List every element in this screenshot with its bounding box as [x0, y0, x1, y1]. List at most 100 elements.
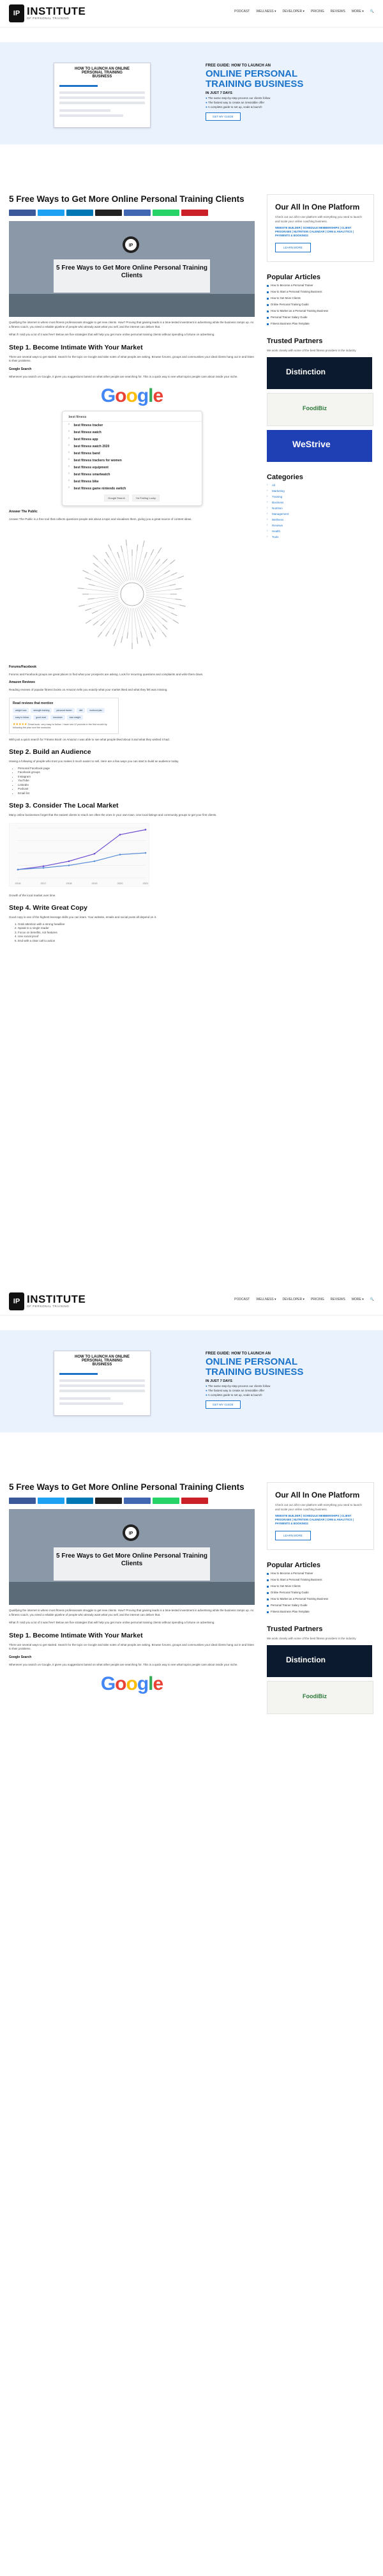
- nav-item-reviews[interactable]: REVIEWS: [331, 1298, 345, 1301]
- suggestion-item[interactable]: best fitness watch 2020: [63, 443, 202, 450]
- share-whatsapp-button[interactable]: [153, 210, 179, 216]
- review-chip[interactable]: exercises: [50, 714, 65, 720]
- nav-item-pricing[interactable]: PRICING: [311, 1298, 324, 1301]
- share-more-button[interactable]: [124, 210, 151, 216]
- review-chip[interactable]: diet: [76, 707, 86, 713]
- review-chip[interactable]: good read: [33, 714, 49, 720]
- suggestion-item[interactable]: best fitness trackers for women: [63, 457, 202, 464]
- category-link[interactable]: Wellness: [267, 518, 374, 521]
- search-input[interactable]: best fitness: [62, 413, 202, 422]
- suggestion-item[interactable]: best fitness smartwatch: [63, 471, 202, 478]
- search-icon[interactable]: 🔍: [370, 10, 374, 13]
- partner-ad-foodibiz[interactable]: FoodiBiz: [267, 1680, 373, 1714]
- category-link[interactable]: Training: [267, 494, 374, 498]
- nav-item-pricing[interactable]: PRICING: [311, 10, 324, 13]
- nav-item-developer[interactable]: DEVELOPER ▾: [282, 1298, 304, 1301]
- nav-item-developer[interactable]: DEVELOPER ▾: [282, 10, 304, 13]
- get-guide-button[interactable]: GET MY GUIDE: [206, 112, 241, 121]
- site-logo[interactable]: IP INSTITUTE OF PERSONAL TRAINING: [9, 4, 86, 22]
- partners-text: We work closely with some of the best fi…: [267, 349, 357, 352]
- share-pinterest-button[interactable]: [181, 210, 208, 216]
- promo-text: FREE GUIDE: HOW TO LAUNCH AN ONLINE PERS…: [206, 1352, 333, 1409]
- nav-item-more[interactable]: MORE ▾: [352, 10, 364, 13]
- partner-ad-westrive[interactable]: WeStrive: [267, 429, 372, 462]
- suggestion-item[interactable]: best fitness app: [63, 436, 202, 443]
- popular-article-link[interactable]: Online Personal Training Guide: [267, 1591, 374, 1595]
- partner-ad-distinction[interactable]: Distinction: [267, 1644, 372, 1677]
- popular-article-link[interactable]: Fitness Business Plan Template: [267, 1610, 374, 1614]
- share-facebook-button[interactable]: [9, 210, 36, 216]
- category-link[interactable]: Tools: [267, 535, 374, 539]
- get-guide-button[interactable]: GET MY GUIDE: [206, 1400, 241, 1409]
- partner-ad-foodibiz[interactable]: FoodiBiz: [267, 392, 373, 426]
- suggestion-item[interactable]: best fitness tracker: [63, 422, 202, 429]
- category-link[interactable]: Reviews: [267, 523, 374, 527]
- review-chip[interactable]: strength training: [31, 707, 52, 713]
- popular-article-link[interactable]: How to Start a Personal Training Busines…: [267, 290, 374, 294]
- wheel-label: [100, 620, 105, 626]
- popular-article-link[interactable]: How to Start a Personal Training Busines…: [267, 1578, 374, 1582]
- popular-article-link[interactable]: How to Become a Personal Trainer: [267, 1572, 374, 1575]
- share-email-button[interactable]: [95, 1498, 122, 1504]
- share-linkedin-button[interactable]: [66, 1498, 93, 1504]
- category-link[interactable]: Nutrition: [267, 506, 374, 510]
- category-link[interactable]: Marketing: [267, 489, 374, 493]
- suggestion-item[interactable]: best fitness bike: [63, 478, 202, 485]
- learn-more-button[interactable]: LEARN MORE: [275, 243, 311, 252]
- category-link[interactable]: All: [267, 483, 374, 487]
- popular-article-link[interactable]: How to Get More Clients: [267, 296, 374, 300]
- feeling-lucky-button[interactable]: I'm Feeling Lucky: [131, 494, 160, 502]
- wheel-label: [155, 558, 160, 564]
- popular-article-link[interactable]: How to Become a Personal Trainer: [267, 284, 374, 288]
- review-chip[interactable]: lose weight: [66, 714, 84, 720]
- category-link[interactable]: Health: [267, 529, 374, 533]
- share-email-button[interactable]: [95, 210, 122, 216]
- share-more-button[interactable]: [124, 1498, 151, 1504]
- popular-article-link[interactable]: Personal Trainer Salary Guide: [267, 316, 374, 319]
- review-chip[interactable]: weight loss: [13, 707, 29, 713]
- learn-more-button[interactable]: LEARN MORE: [275, 1531, 311, 1540]
- data-point: [144, 852, 147, 854]
- nav-item-more[interactable]: MORE ▾: [352, 1298, 364, 1301]
- share-facebook-button[interactable]: [9, 1498, 36, 1504]
- share-linkedin-button[interactable]: [66, 210, 93, 216]
- hero-image: IP 5 Free Ways to Get More Online Person…: [9, 221, 255, 317]
- google-search-button[interactable]: Google Search: [104, 494, 129, 502]
- popular-article-link[interactable]: How to Get More Clients: [267, 1584, 374, 1588]
- category-link[interactable]: Management: [267, 512, 374, 516]
- review-chip[interactable]: workout plan: [87, 707, 105, 713]
- category-link[interactable]: Business: [267, 500, 374, 504]
- partner-ad-distinction[interactable]: Distinction: [267, 356, 372, 389]
- nav-item-wellness[interactable]: WELLNESS ▾: [256, 1298, 276, 1301]
- suggestion-item[interactable]: best fitness band: [63, 450, 202, 457]
- share-bar: [9, 210, 255, 216]
- popular-article-link[interactable]: Personal Trainer Salary Guide: [267, 1604, 374, 1607]
- suggestion-item[interactable]: best fitness equipment: [63, 464, 202, 471]
- svg-text:IP: IP: [129, 243, 133, 248]
- nav-item-reviews[interactable]: REVIEWS: [331, 10, 345, 13]
- share-twitter-button[interactable]: [38, 1498, 64, 1504]
- popular-article-link[interactable]: How to Market as a Personal Training Bus…: [267, 1597, 374, 1601]
- platform-box: Our All In One Platform Check out our al…: [267, 194, 374, 262]
- promo-headline: ONLINE PERSONAL TRAINING BUSINESS: [206, 68, 304, 89]
- suggestion-item[interactable]: best fitness watch: [63, 429, 202, 436]
- popular-article-link[interactable]: How to Market as a Personal Training Bus…: [267, 309, 374, 313]
- nav-item-podcast[interactable]: PODCAST: [234, 1298, 250, 1301]
- popular-article-link[interactable]: Online Personal Training Guide: [267, 303, 374, 307]
- nav-item-wellness[interactable]: WELLNESS ▾: [256, 10, 276, 13]
- popular-articles-title: Popular Articles: [267, 1561, 320, 1569]
- search-icon[interactable]: 🔍: [370, 1298, 374, 1301]
- share-pinterest-button[interactable]: [181, 1498, 208, 1504]
- share-whatsapp-button[interactable]: [153, 1498, 179, 1504]
- wheel-label: [131, 642, 133, 649]
- wheel-label: [161, 617, 167, 622]
- site-logo[interactable]: IP INSTITUTE OF PERSONAL TRAINING: [9, 1292, 86, 1310]
- review-chip[interactable]: easy to follow: [13, 714, 32, 720]
- popular-article-link[interactable]: Fitness Business Plan Template: [267, 322, 374, 326]
- share-twitter-button[interactable]: [38, 210, 64, 216]
- guide-cover-image: HOW TO LAUNCH AN ONLINE PERSONAL TRAININ…: [54, 63, 151, 128]
- nav-item-podcast[interactable]: PODCAST: [234, 10, 250, 13]
- site-header: IP INSTITUTE OF PERSONAL TRAINING PODCAS…: [0, 1288, 383, 1315]
- review-chip[interactable]: personal trainer: [54, 707, 75, 713]
- suggestion-item[interactable]: best fitness game nintendo switch: [63, 485, 202, 492]
